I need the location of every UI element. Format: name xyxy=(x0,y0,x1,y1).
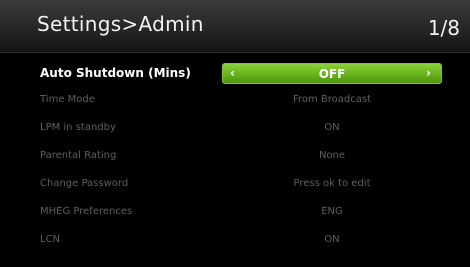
setting-value: OFF xyxy=(318,67,346,81)
setting-value: None xyxy=(318,150,346,161)
page-indicator: 1/8 xyxy=(427,16,460,40)
chevron-right-icon[interactable]: › xyxy=(426,66,431,80)
tv-settings-screen: Settings>Admin 1/8 Auto Shutdown (Mins) … xyxy=(0,0,470,267)
setting-value: Press ok to edit xyxy=(293,178,371,189)
setting-value: ON xyxy=(324,234,340,245)
setting-row-change-password[interactable]: Change Password Press ok to edit xyxy=(0,172,470,200)
setting-label: Parental Rating xyxy=(40,150,117,161)
page-title: Settings>Admin xyxy=(37,12,204,36)
setting-label: Auto Shutdown (Mins) xyxy=(40,66,191,80)
setting-value: ON xyxy=(324,122,340,133)
value-selector[interactable]: ‹ OFF › xyxy=(222,63,442,84)
setting-label: LCN xyxy=(40,234,61,245)
setting-row-lcn[interactable]: LCN ON xyxy=(0,228,470,256)
settings-list: Auto Shutdown (Mins) ‹ OFF › Time Mode F… xyxy=(0,60,470,256)
header-bar: Settings>Admin 1/8 xyxy=(0,0,470,53)
setting-row-mheg-preferences[interactable]: MHEG Preferences ENG xyxy=(0,200,470,228)
setting-label: Change Password xyxy=(40,178,129,189)
setting-row-lpm-standby[interactable]: LPM in standby ON xyxy=(0,116,470,144)
setting-row-parental-rating[interactable]: Parental Rating None xyxy=(0,144,470,172)
setting-value: ENG xyxy=(321,206,343,217)
setting-value: From Broadcast xyxy=(292,94,372,105)
setting-label: Time Mode xyxy=(40,94,95,105)
setting-row-auto-shutdown[interactable]: Auto Shutdown (Mins) ‹ OFF › xyxy=(0,60,470,88)
setting-label: MHEG Preferences xyxy=(40,206,133,217)
setting-label: LPM in standby xyxy=(40,122,116,133)
setting-row-time-mode[interactable]: Time Mode From Broadcast xyxy=(0,88,470,116)
